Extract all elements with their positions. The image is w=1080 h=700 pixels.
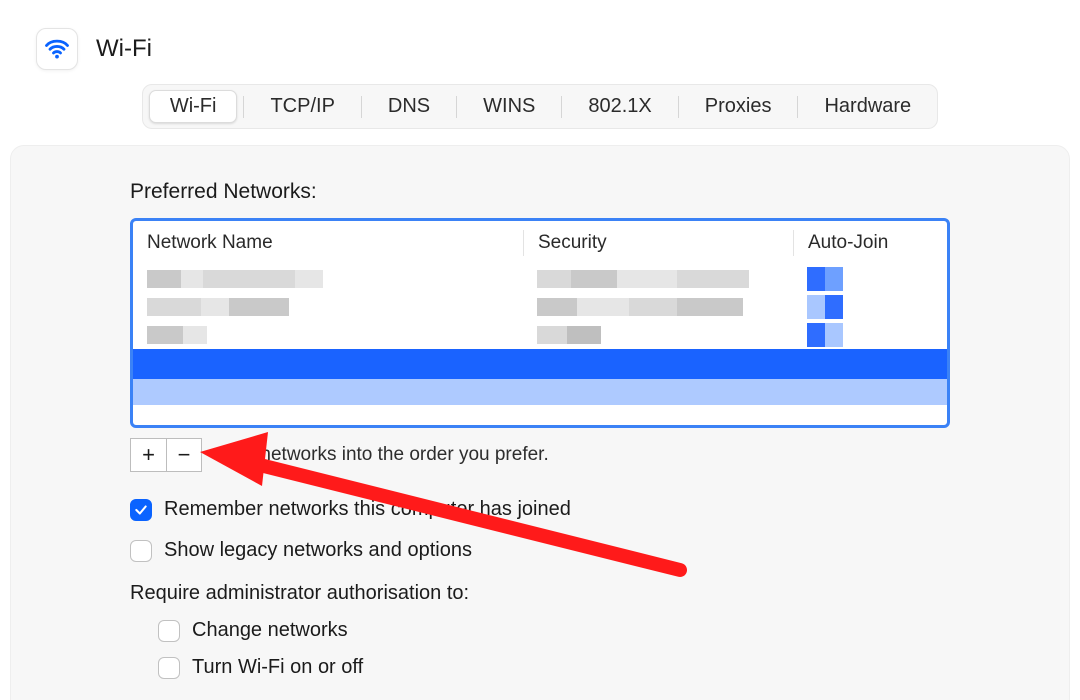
tab-separator (456, 96, 457, 118)
add-remove-row: + − ag networks into the order you prefe… (130, 438, 950, 472)
page-title: Wi-Fi (96, 35, 152, 63)
add-network-button[interactable]: + (130, 438, 166, 472)
tab-separator (243, 96, 244, 118)
tab-wins[interactable]: WINS (463, 91, 555, 122)
admin-auth-label: Require administrator authorisation to: (130, 582, 950, 605)
admin-change-networks-label: Change networks (192, 619, 348, 642)
panel-content: Preferred Networks: Network Name Securit… (130, 180, 950, 679)
admin-toggle-wifi-checkbox[interactable] (158, 657, 180, 679)
tab-tcpip[interactable]: TCP/IP (250, 91, 354, 122)
admin-toggle-wifi-row: Turn Wi-Fi on or off (158, 656, 950, 679)
redacted-toggle (807, 323, 947, 347)
tabbar-container: Wi-Fi TCP/IP DNS WINS 802.1X Proxies Har… (0, 84, 1080, 129)
tab-separator (797, 96, 798, 118)
admin-change-networks-row: Change networks (158, 619, 950, 642)
wifi-icon (36, 28, 78, 70)
tabbar: Wi-Fi TCP/IP DNS WINS 802.1X Proxies Har… (142, 84, 938, 129)
table-row[interactable] (133, 265, 947, 293)
tab-proxies[interactable]: Proxies (685, 91, 792, 122)
check-icon (134, 503, 148, 517)
redacted-text (147, 298, 523, 316)
table-row[interactable] (133, 293, 947, 321)
column-network-name[interactable]: Network Name (133, 232, 523, 254)
remember-networks-row: Remember networks this computer has join… (130, 498, 950, 521)
remove-network-button[interactable]: − (166, 438, 202, 472)
remember-networks-label: Remember networks this computer has join… (164, 498, 571, 521)
admin-toggle-wifi-label: Turn Wi-Fi on or off (192, 656, 363, 679)
tab-hardware[interactable]: Hardware (804, 91, 931, 122)
table-row[interactable] (133, 321, 947, 349)
redacted-text (537, 270, 793, 288)
drag-hint-text: ag networks into the order you prefer. (234, 444, 549, 466)
remember-networks-checkbox[interactable] (130, 499, 152, 521)
legacy-networks-label: Show legacy networks and options (164, 539, 472, 562)
tab-dns[interactable]: DNS (368, 91, 450, 122)
table-body[interactable] (133, 265, 947, 425)
preferred-networks-table[interactable]: Network Name Security Auto-Join (130, 218, 950, 428)
table-header: Network Name Security Auto-Join (133, 221, 947, 265)
column-security[interactable]: Security (523, 230, 793, 256)
redacted-toggle (807, 295, 947, 319)
tab-separator (678, 96, 679, 118)
admin-change-networks-checkbox[interactable] (158, 620, 180, 642)
table-row[interactable] (133, 379, 947, 405)
tab-separator (361, 96, 362, 118)
redacted-toggle (807, 267, 947, 291)
redacted-text (147, 326, 523, 344)
redacted-text (537, 326, 793, 344)
tab-wifi[interactable]: Wi-Fi (149, 90, 238, 123)
legacy-networks-checkbox[interactable] (130, 540, 152, 562)
preferred-networks-label: Preferred Networks: (130, 180, 950, 204)
redacted-text (147, 270, 523, 288)
redacted-text (537, 298, 793, 316)
title-row: Wi-Fi (0, 0, 1080, 84)
legacy-networks-row: Show legacy networks and options (130, 539, 950, 562)
column-auto-join[interactable]: Auto-Join (793, 230, 947, 256)
tab-8021x[interactable]: 802.1X (568, 91, 671, 122)
table-row-selected[interactable] (133, 349, 947, 379)
tab-separator (561, 96, 562, 118)
settings-panel: Preferred Networks: Network Name Securit… (10, 145, 1070, 700)
